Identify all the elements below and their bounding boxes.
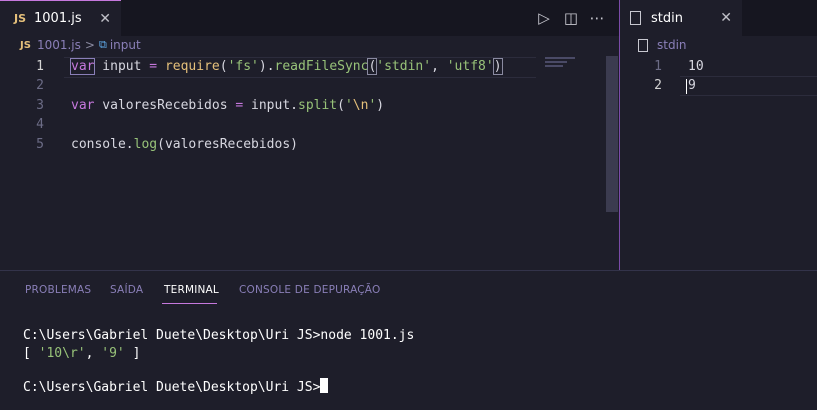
stdin-gutter: 1 2 bbox=[636, 57, 662, 96]
string: 'utf8' bbox=[446, 59, 494, 74]
line-number: 1 bbox=[654, 59, 662, 74]
terminal-prompt-line[interactable]: C:\Users\Gabriel Duete\Desktop\Uri JS> bbox=[23, 378, 329, 395]
line-number: 4 bbox=[36, 117, 44, 133]
tab-label: stdin bbox=[651, 10, 683, 26]
string-value: '9' bbox=[101, 346, 125, 361]
stdin-editor[interactable]: 10 9 bbox=[688, 57, 704, 96]
identifier: console. bbox=[71, 136, 134, 152]
punctuation: ( bbox=[337, 97, 345, 113]
string-value: '10\r' bbox=[38, 346, 86, 361]
line-number: 2 bbox=[36, 78, 44, 94]
line-number-gutter: 1 2 3 4 5 bbox=[14, 57, 44, 154]
identifier: input bbox=[94, 59, 150, 74]
breadcrumb-symbol[interactable]: input bbox=[110, 38, 141, 52]
close-icon[interactable]: ✕ bbox=[99, 11, 111, 27]
tab-output[interactable]: SAÍDA bbox=[110, 284, 143, 296]
tab-problems[interactable]: PROBLEMAS bbox=[25, 284, 91, 296]
terminal-cursor bbox=[320, 378, 329, 393]
editor-group-divider bbox=[619, 0, 620, 270]
breadcrumb-separator: > bbox=[84, 38, 95, 52]
identifier: valoresRecebidos bbox=[164, 136, 291, 152]
tab-1001-js[interactable]: JS 1001.js ✕ bbox=[0, 0, 121, 36]
editor-scrollbar[interactable] bbox=[606, 56, 618, 212]
line-number: 2 bbox=[654, 78, 662, 94]
line-number: 1 bbox=[36, 59, 44, 74]
code-editor[interactable]: var input = require('fs').readFileSync('… bbox=[69, 57, 503, 154]
punctuation: ) bbox=[290, 136, 298, 152]
string: ' bbox=[344, 97, 353, 113]
code-line-5: console.log(valoresRecebidos) bbox=[71, 135, 502, 154]
text-cursor bbox=[686, 79, 687, 94]
file-icon bbox=[638, 38, 648, 52]
identifier: input. bbox=[243, 97, 298, 113]
punctuation: ( bbox=[157, 136, 165, 152]
stdin-line: 10 bbox=[688, 59, 704, 74]
separator: , bbox=[85, 346, 102, 361]
variable-icon: ⧉ bbox=[98, 38, 107, 51]
breadcrumb-file[interactable]: stdin bbox=[657, 38, 687, 52]
tab-stdin[interactable]: stdin ✕ bbox=[620, 0, 742, 36]
punctuation: ). bbox=[258, 59, 275, 74]
bracket: [ bbox=[23, 346, 39, 361]
string: 'stdin' bbox=[376, 59, 432, 74]
close-icon[interactable]: ✕ bbox=[720, 10, 732, 26]
punctuation: ) bbox=[376, 97, 385, 113]
file-icon bbox=[630, 11, 641, 25]
tab-label: 1001.js bbox=[34, 11, 82, 26]
tab-debug-console[interactable]: CONSOLE DE DEPURAÇÃO bbox=[239, 284, 380, 296]
operator: = bbox=[149, 59, 158, 74]
escape-sequence: \n bbox=[352, 97, 369, 113]
stdin-breadcrumb: stdin bbox=[638, 38, 687, 52]
js-file-icon: JS bbox=[20, 39, 31, 51]
method-name: log bbox=[133, 136, 158, 152]
stdin-line: 9 bbox=[688, 78, 696, 94]
more-actions-icon[interactable]: ⋯ bbox=[587, 9, 607, 27]
active-tab-underline bbox=[162, 303, 217, 304]
terminal-command-line: C:\Users\Gabriel Duete\Desktop\Uri JS>no… bbox=[23, 328, 415, 343]
line-number: 5 bbox=[36, 136, 44, 152]
breadcrumb: JS 1001.js > ⧉ input bbox=[20, 38, 141, 52]
run-icon[interactable]: ▷ bbox=[534, 9, 554, 27]
string: 'fs' bbox=[227, 59, 259, 74]
function-name: require bbox=[164, 59, 220, 74]
js-file-icon: JS bbox=[14, 12, 27, 25]
method-name: split bbox=[298, 97, 338, 113]
punctuation: , bbox=[431, 59, 447, 74]
code-line-1: var input = require('fs').readFileSync('… bbox=[69, 57, 503, 76]
line-number: 3 bbox=[36, 97, 44, 113]
keyword: var bbox=[71, 97, 95, 113]
split-editor-icon[interactable]: ◫ bbox=[561, 9, 581, 27]
code-line-3: var valoresRecebidos = input.split('\n') bbox=[71, 96, 502, 115]
punctuation: ( bbox=[219, 59, 228, 74]
minimap[interactable] bbox=[545, 57, 585, 67]
tab-terminal[interactable]: TERMINAL bbox=[164, 284, 219, 296]
terminal-output-line: [ '10\r', '9' ] bbox=[23, 346, 140, 361]
keyword: var bbox=[69, 58, 96, 75]
method-name: readFileSync bbox=[274, 59, 369, 74]
terminal-prompt: C:\Users\Gabriel Duete\Desktop\Uri JS> bbox=[23, 380, 321, 395]
breadcrumb-file[interactable]: 1001.js bbox=[37, 38, 81, 52]
bracket-match: ) bbox=[492, 58, 503, 75]
bracket: ] bbox=[124, 346, 141, 361]
identifier: valoresRecebidos bbox=[94, 97, 236, 113]
